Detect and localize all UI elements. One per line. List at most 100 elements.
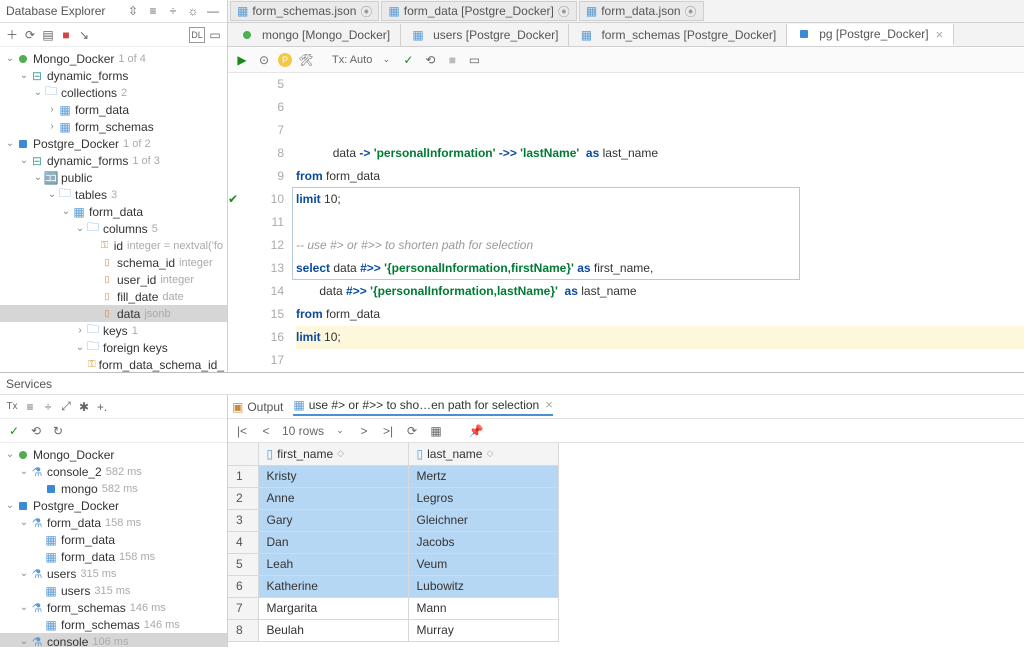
tree-arrow-icon[interactable]: › [46, 104, 58, 116]
refresh-icon[interactable]: ⟳ [22, 27, 38, 43]
chevron-down-icon[interactable]: ⌄ [378, 52, 394, 68]
tree-row[interactable]: ›▦form_data [0, 101, 227, 118]
tree-row[interactable]: ⌄⚗users315 ms [0, 565, 227, 582]
tree-row[interactable]: ▯datajsonb [0, 305, 227, 322]
tree-row[interactable]: ⌄🗀collections2 [0, 84, 227, 101]
tree-row[interactable]: ⚿idinteger = nextval('fo [0, 237, 227, 254]
table-row[interactable]: 8BeulahMurray [228, 619, 558, 641]
tx-icon[interactable]: Tx [4, 399, 20, 415]
tree-row[interactable]: ⌄🈁public [0, 169, 227, 186]
check-icon[interactable]: ✓ [6, 423, 22, 439]
code-line[interactable]: from form_data [296, 165, 1024, 188]
file-tab[interactable]: ▦form_schemas.json⦿ [230, 1, 379, 21]
tree-arrow-icon[interactable]: ⌄ [74, 342, 86, 354]
tree-row[interactable]: ▦form_data [0, 531, 227, 548]
cancel-icon[interactable]: ■ [444, 52, 460, 68]
tree-arrow-icon[interactable] [88, 240, 98, 252]
last-page-icon[interactable]: >| [380, 423, 396, 439]
tree-row[interactable]: mongo582 ms [0, 480, 227, 497]
tree-row[interactable]: ›🗀keys1 [0, 322, 227, 339]
tree-row[interactable]: ⌄🗀columns5 [0, 220, 227, 237]
ddl-icon[interactable]: DL [189, 27, 205, 43]
console-tab[interactable]: pg [Postgre_Docker]× [787, 24, 954, 46]
cell[interactable]: Beulah [258, 619, 408, 641]
tree-row[interactable]: ▯user_idinteger [0, 271, 227, 288]
filter-icon[interactable]: ▤ [40, 27, 56, 43]
tree-row[interactable]: ⌄Mongo_Docker [0, 446, 227, 463]
tree-arrow-icon[interactable]: ⌄ [60, 206, 72, 218]
tx-mode[interactable]: Tx: Auto [332, 54, 372, 66]
tree-arrow-icon[interactable]: ⌄ [18, 155, 30, 167]
cell[interactable]: Legros [408, 487, 558, 509]
tree-row[interactable]: ⌄▦form_data [0, 203, 227, 220]
tree-arrow-icon[interactable] [88, 308, 100, 320]
table-row[interactable]: 3GaryGleichner [228, 509, 558, 531]
prev-page-icon[interactable]: < [258, 423, 274, 439]
run-history-icon[interactable]: ⊙ [256, 52, 272, 68]
tree-row[interactable]: ⌄Postgre_Docker1 of 2 [0, 135, 227, 152]
cell[interactable]: Leah [258, 553, 408, 575]
expand-icon[interactable]: ⤢ [58, 399, 74, 415]
tree-arrow-icon[interactable]: ⌄ [4, 138, 16, 150]
tree-arrow-icon[interactable] [88, 274, 100, 286]
file-tab[interactable]: ▦form_data.json⦿ [579, 1, 704, 21]
tree-arrow-icon[interactable]: › [74, 325, 86, 337]
tree-arrow-icon[interactable] [32, 483, 44, 495]
stop-icon[interactable]: ■ [58, 27, 74, 43]
tree-row[interactable]: ▦form_schemas146 ms [0, 616, 227, 633]
tree-row[interactable]: ⌄Mongo_Docker1 of 4 [0, 50, 227, 67]
pin-icon[interactable]: ⦿ [360, 3, 372, 20]
rollback-icon[interactable]: ⟲ [422, 52, 438, 68]
filter2-icon[interactable]: ≡ [22, 399, 38, 415]
collapse-icon[interactable]: ⇳ [125, 3, 141, 19]
tree-arrow-icon[interactable]: › [46, 121, 58, 133]
column-header[interactable]: ▯first_name◇ [258, 443, 408, 465]
tree-arrow-icon[interactable]: ⌄ [18, 517, 30, 529]
file-tab[interactable]: ▦form_data [Postgre_Docker]⦿ [381, 1, 576, 21]
undo-icon[interactable]: ⟲ [28, 423, 44, 439]
cell[interactable]: Jacobs [408, 531, 558, 553]
tree-arrow-icon[interactable] [32, 619, 44, 631]
code-line[interactable]: from form_data [296, 303, 1024, 326]
cell[interactable]: Margarita [258, 597, 408, 619]
tree-row[interactable]: ⌄⚗form_schemas146 ms [0, 599, 227, 616]
gear-icon[interactable]: ☼ [185, 3, 201, 19]
cell[interactable]: Katherine [258, 575, 408, 597]
divide2-icon[interactable]: ÷ [40, 399, 56, 415]
close-icon[interactable]: × [936, 27, 944, 42]
code-line[interactable]: limit 10; [296, 326, 1024, 349]
tree-row[interactable]: ▦users315 ms [0, 582, 227, 599]
tree-row[interactable]: ⚿form_data_schema_id_ [0, 356, 227, 372]
add2-icon[interactable]: +. [94, 399, 110, 415]
sort-icon[interactable]: ◇ [337, 448, 344, 459]
tree-row[interactable]: ⌄🗀tables3 [0, 186, 227, 203]
layout-icon[interactable]: ▭ [466, 52, 482, 68]
redo-icon[interactable]: ↻ [50, 423, 66, 439]
first-page-icon[interactable]: |< [234, 423, 250, 439]
cell[interactable]: Murray [408, 619, 558, 641]
table-row[interactable]: 4DanJacobs [228, 531, 558, 553]
cell[interactable]: Anne [258, 487, 408, 509]
cell[interactable]: Kristy [258, 465, 408, 487]
next-page-icon[interactable]: > [356, 423, 372, 439]
reload-icon[interactable]: ⟳ [404, 423, 420, 439]
tree-row[interactable]: ⌄🗀foreign keys [0, 339, 227, 356]
adjust-icon[interactable]: ≡ [145, 3, 161, 19]
table-row[interactable]: 2AnneLegros [228, 487, 558, 509]
tree-row[interactable]: ▦form_data158 ms [0, 548, 227, 565]
console-shortcut-icon[interactable]: ▭ [207, 27, 223, 43]
tree-arrow-icon[interactable]: ⌄ [4, 449, 16, 461]
code-line[interactable] [296, 349, 1024, 372]
tree-arrow-icon[interactable]: ⌄ [46, 189, 58, 201]
tree-arrow-icon[interactable]: ⌄ [4, 500, 16, 512]
cell[interactable]: Gleichner [408, 509, 558, 531]
tree-arrow-icon[interactable]: ⌄ [32, 87, 44, 99]
tree-arrow-icon[interactable]: ⌄ [18, 466, 30, 478]
tree-row[interactable]: ⌄⚗console_2582 ms [0, 463, 227, 480]
code-line[interactable]: data -> 'personalInformation' ->> 'lastN… [296, 142, 1024, 165]
settings-icon[interactable]: 🛠 [298, 52, 314, 68]
tree-arrow-icon[interactable]: ⌄ [4, 53, 16, 65]
cell[interactable]: Dan [258, 531, 408, 553]
tree-arrow-icon[interactable] [88, 257, 100, 269]
pin-icon[interactable]: ⦿ [685, 3, 697, 20]
